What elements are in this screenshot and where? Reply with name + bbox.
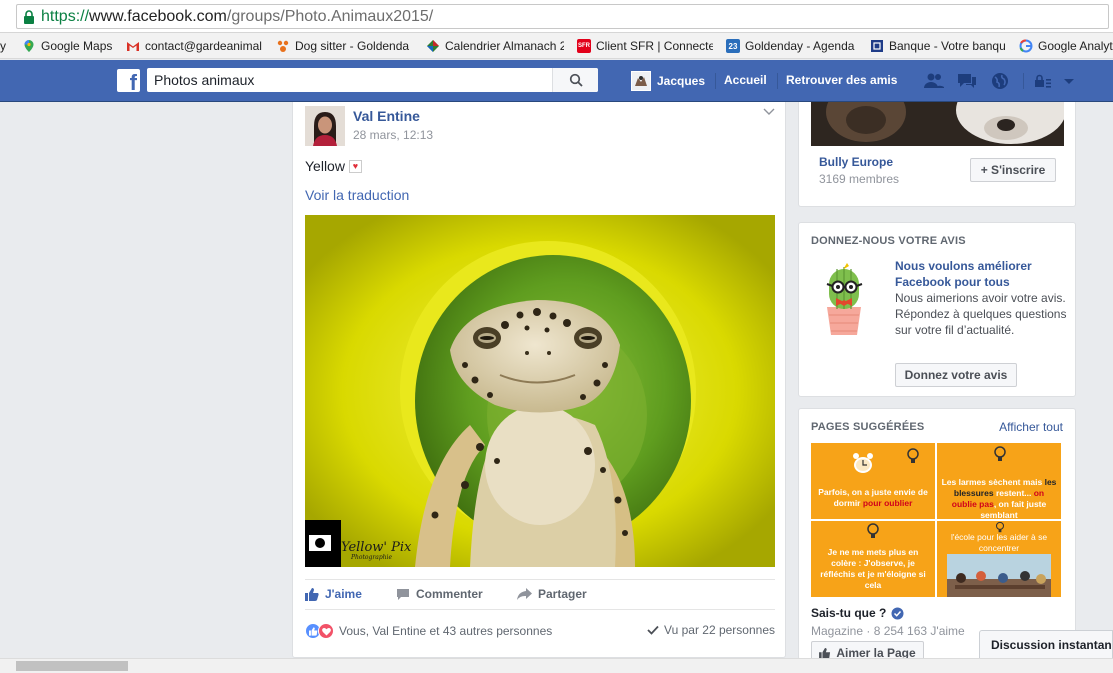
tile-caption: Les larmes sèchent mais les blessures re… xyxy=(941,477,1057,519)
comment-icon xyxy=(397,588,409,600)
alarm-clock-icon xyxy=(853,453,873,473)
feedback-card: DONNEZ-NOUS VOTRE AVIS Nous voulons amél… xyxy=(798,222,1076,397)
thumbs-up-icon xyxy=(819,647,831,659)
bookmark-sfr[interactable]: SFR Client SFR | Connecte xyxy=(577,37,713,55)
search-icon xyxy=(569,73,583,87)
nav-find-friends-link[interactable]: Retrouver des amis xyxy=(786,73,897,87)
horizontal-scrollbar[interactable] xyxy=(0,658,1113,673)
privacy-shortcuts-icon[interactable] xyxy=(1033,71,1053,91)
bookmark-dog-sitter[interactable]: Dog sitter - Goldenda xyxy=(276,37,412,55)
nav-home-link[interactable]: Accueil xyxy=(724,73,767,87)
lock-icon xyxy=(24,10,34,24)
bulb-icon xyxy=(994,446,1006,461)
join-group-button[interactable]: + S'inscrire xyxy=(970,158,1056,182)
bookmarks-bar: y Google Maps contact@gardeanimal Dog si… xyxy=(0,33,1113,59)
maps-pin-icon xyxy=(24,40,34,52)
share-button[interactable]: Partager xyxy=(517,587,587,601)
bulb-icon xyxy=(907,448,919,463)
chat-sidebar-tab[interactable]: Discussion instantanée xyxy=(979,630,1113,658)
search-button[interactable] xyxy=(552,68,598,92)
suggested-page-tile[interactable]: l'école pour les aider à se concentrer xyxy=(937,521,1061,597)
post-footer: Vous, Val Entine et 43 autres personnes … xyxy=(305,609,775,649)
chevron-down-icon[interactable] xyxy=(763,107,775,117)
feed-post: Val Entine 28 mars, 12:13 Yellow ♥ Voir … xyxy=(292,102,786,658)
suggested-page-meta: Magazine · 8 254 163 J'aime xyxy=(811,624,965,638)
bulb-icon xyxy=(867,523,879,538)
group-member-count: 3169 membres xyxy=(819,172,900,186)
google-icon xyxy=(1019,39,1033,53)
facebook-top-bar: f Photos animaux Jacques Accueil Retrouv… xyxy=(0,60,1113,102)
nav-divider xyxy=(777,73,778,89)
nav-divider xyxy=(715,73,716,89)
bookmark-item[interactable]: y xyxy=(0,37,12,55)
facebook-logo-icon[interactable]: f xyxy=(117,69,140,92)
bookmark-google-maps[interactable]: Google Maps xyxy=(22,37,120,55)
bank-icon xyxy=(871,40,883,52)
suggested-page-name[interactable]: Sais-tu que ? xyxy=(811,606,904,620)
checkmark-icon xyxy=(647,625,659,635)
love-reaction-icon xyxy=(318,623,334,639)
url-field[interactable]: https://www.facebook.com/groups/Photo.An… xyxy=(16,4,1109,29)
tile-caption: Parfois, on a juste envie de dormir pour… xyxy=(818,487,928,508)
photo-watermark-sub: Photographie xyxy=(350,554,392,561)
group-cover-image[interactable] xyxy=(811,102,1064,146)
scrollbar-thumb[interactable] xyxy=(16,661,128,671)
classroom-photo xyxy=(947,554,1051,597)
reactions-summary[interactable]: Vous, Val Entine et 43 autres personnes xyxy=(305,623,552,639)
give-feedback-button[interactable]: Donnez votre avis xyxy=(895,363,1017,387)
search-input[interactable]: Photos animaux xyxy=(147,68,598,92)
friend-requests-icon[interactable] xyxy=(923,71,945,91)
bookmark-google-analytics[interactable]: Google Analyt xyxy=(1019,37,1113,55)
see-translation-link[interactable]: Voir la traduction xyxy=(305,187,409,203)
bookmark-banque[interactable]: Banque - Votre banqu xyxy=(870,37,1006,55)
feedback-body: Nous aimerions avoir votre avis. Réponde… xyxy=(895,291,1067,337)
share-icon xyxy=(517,587,532,600)
search-value: Photos animaux xyxy=(154,72,255,88)
suggested-pages-card: PAGES SUGGÉRÉES Afficher tout Parfois, o… xyxy=(798,408,1076,660)
post-message: Yellow ♥ xyxy=(305,158,362,174)
suggested-page-tile[interactable]: Les larmes sèchent mais les blessures re… xyxy=(937,443,1061,519)
profile-link[interactable]: Jacques xyxy=(631,71,705,91)
comment-button[interactable]: Commenter xyxy=(396,587,483,601)
account-menu-icon[interactable] xyxy=(1062,71,1076,91)
post-author-link[interactable]: Val Entine xyxy=(353,108,420,124)
calendar-icon: 23 xyxy=(726,39,740,53)
almanach-icon xyxy=(427,40,439,52)
heart-icon: ♥ xyxy=(348,159,362,173)
avatar xyxy=(631,71,651,91)
notifications-globe-icon[interactable] xyxy=(989,71,1011,91)
post-actions-bar: J'aime Commenter Partager xyxy=(305,579,775,609)
gecko-photo: Yellow' Pix Photographie xyxy=(305,215,775,567)
feedback-title[interactable]: Nous voulons améliorer Facebook pour tou… xyxy=(895,258,1070,290)
show-all-link[interactable]: Afficher tout xyxy=(999,420,1063,434)
bookmark-goldenday-agenda[interactable]: 23 Goldenday - Agenda xyxy=(726,37,860,55)
goldenday-icon xyxy=(277,40,289,52)
thumbs-up-icon xyxy=(305,587,319,601)
group-name-link[interactable]: Bully Europe xyxy=(819,155,893,169)
post-timestamp[interactable]: 28 mars, 12:13 xyxy=(353,128,433,142)
seen-by-count[interactable]: Vu par 22 personnes xyxy=(647,623,775,637)
messages-icon[interactable] xyxy=(956,71,978,91)
suggested-pages-heading: PAGES SUGGÉRÉES xyxy=(811,421,925,433)
suggested-page-tile[interactable]: Parfois, on a juste envie de dormir pour… xyxy=(811,443,935,519)
feedback-heading: DONNEZ-NOUS VOTRE AVIS xyxy=(811,235,966,247)
author-avatar[interactable] xyxy=(305,106,345,146)
suggested-page-tile[interactable]: Je ne me mets plus en colère : J'observe… xyxy=(811,521,935,597)
gmail-icon xyxy=(127,42,139,51)
browser-address-bar: https://www.facebook.com/groups/Photo.An… xyxy=(0,0,1113,33)
bookmark-almanach[interactable]: Calendrier Almanach 2 xyxy=(426,37,564,55)
group-suggestion-card: Bully Europe 3169 membres + S'inscrire xyxy=(798,102,1076,207)
post-photo[interactable]: Yellow' Pix Photographie xyxy=(305,215,775,567)
tile-caption: l'école pour les aider à se concentrer xyxy=(950,532,1048,553)
sfr-icon: SFR xyxy=(577,39,591,53)
url-text: https://www.facebook.com/groups/Photo.An… xyxy=(41,8,434,25)
photo-watermark: Yellow' Pix xyxy=(341,540,412,555)
bookmark-gmail[interactable]: contact@gardeanimal xyxy=(126,37,262,55)
nav-divider xyxy=(1023,73,1024,89)
cactus-illustration-icon xyxy=(826,263,863,335)
verified-badge-icon xyxy=(891,607,904,619)
like-button[interactable]: J'aime xyxy=(305,587,362,601)
tile-caption: Je ne me mets plus en colère : J'observe… xyxy=(820,547,926,590)
